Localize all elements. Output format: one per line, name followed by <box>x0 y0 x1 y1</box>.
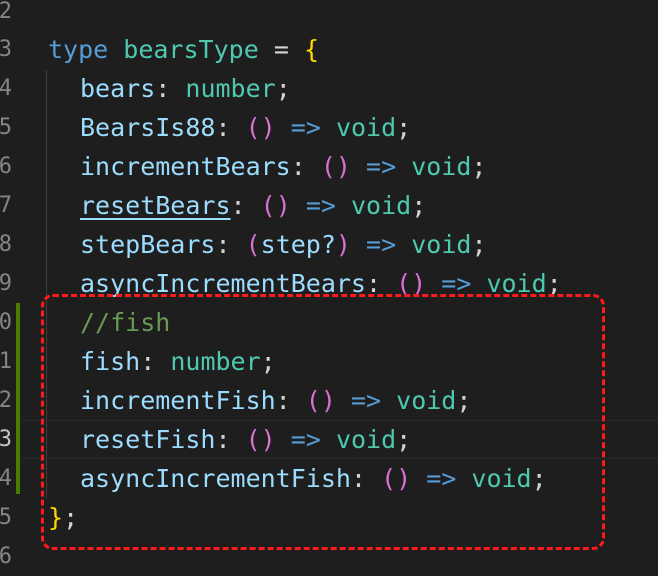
code-line-13[interactable]: }; <box>48 498 78 537</box>
property: BearsIs88 <box>80 113 216 142</box>
colon: : <box>290 152 306 181</box>
code-line-9[interactable]: fish: number; <box>80 342 276 381</box>
colon: : <box>215 113 231 142</box>
code-line-1[interactable]: type bearsType = { <box>48 30 319 69</box>
return-type: void <box>350 191 412 220</box>
code-line-5[interactable]: resetBears: () => void; <box>80 186 426 225</box>
semicolon: ; <box>456 386 472 415</box>
colon: : <box>155 74 171 103</box>
property: fish <box>80 347 141 376</box>
line-number-active: 3 <box>0 427 12 452</box>
params: () <box>305 386 336 415</box>
property: resetFish <box>80 425 216 454</box>
semicolon: ; <box>546 269 562 298</box>
return-type: void <box>335 425 397 454</box>
colon: : <box>350 464 366 493</box>
colon: : <box>365 269 382 298</box>
code-editor[interactable]: 2 3 4 5 6 7 8 9 0 1 2 3 4 5 6 type bears… <box>0 0 658 576</box>
code-line-6[interactable]: stepBears: (step?) => void; <box>80 225 487 264</box>
semicolon: ; <box>471 230 487 259</box>
code-line-8[interactable]: //fish <box>80 303 170 342</box>
return-type: void <box>486 269 547 298</box>
colon: : <box>140 347 156 376</box>
property: incrementFish <box>80 386 276 415</box>
line-number: 7 <box>0 193 12 218</box>
semicolon: ; <box>63 503 79 532</box>
params: () <box>396 269 427 298</box>
arrow: => <box>305 191 336 220</box>
property: bears <box>80 74 156 103</box>
brace: { <box>303 35 319 64</box>
return-type: void <box>335 113 397 142</box>
line-number: 5 <box>0 505 12 530</box>
params: () <box>245 425 276 454</box>
arrow: => <box>366 152 397 181</box>
property: asyncIncrementBears <box>80 269 366 298</box>
line-number: 4 <box>0 466 12 491</box>
paren-close: ) <box>335 230 351 259</box>
return-type: void <box>411 230 472 259</box>
property-link[interactable]: resetBears <box>80 191 231 220</box>
params: () <box>260 191 291 220</box>
semicolon: ; <box>411 191 427 220</box>
return-type: void <box>396 386 457 415</box>
line-number: 5 <box>0 115 12 140</box>
line-number: 2 <box>0 0 12 24</box>
code-line-4[interactable]: incrementBears: () => void; <box>80 147 486 186</box>
params: () <box>245 113 276 142</box>
comment: //fish <box>80 308 171 337</box>
semicolon: ; <box>275 74 291 103</box>
code-line-10[interactable]: incrementFish: () => void; <box>80 381 471 420</box>
arrow: => <box>290 425 321 454</box>
colon: : <box>230 191 246 220</box>
arrow: => <box>350 386 382 415</box>
line-number: 9 <box>0 271 12 296</box>
colon: : <box>275 386 291 415</box>
semicolon: ; <box>396 113 412 142</box>
parameter: step? <box>260 230 336 259</box>
code-line-3[interactable]: BearsIs88: () => void; <box>80 108 411 147</box>
arrow: => <box>441 269 472 298</box>
colon: : <box>215 230 231 259</box>
brace: } <box>48 503 64 532</box>
property: incrementBears <box>80 152 291 181</box>
semicolon: ; <box>396 425 412 454</box>
type-name: number <box>185 74 276 103</box>
property: stepBears <box>80 230 216 259</box>
line-number: 0 <box>0 310 12 335</box>
line-number: 4 <box>0 76 12 101</box>
line-number: 1 <box>0 349 12 374</box>
keyword: type <box>48 35 109 64</box>
params: () <box>320 152 351 181</box>
line-number: 3 <box>0 37 12 62</box>
semicolon: ; <box>260 347 276 376</box>
type-name: bearsType <box>123 35 259 64</box>
line-number-gutter: 2 3 4 5 6 7 8 9 0 1 2 3 4 5 6 <box>0 0 16 576</box>
type-name: number <box>170 347 261 376</box>
operator: = <box>273 35 289 64</box>
line-number: 6 <box>0 544 12 569</box>
colon: : <box>215 425 231 454</box>
arrow: => <box>426 464 457 493</box>
git-added-indicator[interactable] <box>16 303 20 494</box>
return-type: void <box>411 152 472 181</box>
code-line-12[interactable]: asyncIncrementFish: () => void; <box>80 459 547 498</box>
arrow: => <box>366 230 397 259</box>
return-type: void <box>471 464 532 493</box>
code-line-2[interactable]: bears: number; <box>80 69 291 108</box>
line-number: 8 <box>0 232 12 257</box>
paren-open: ( <box>245 230 261 259</box>
semicolon: ; <box>531 464 547 493</box>
property: asyncIncrementFish <box>80 464 351 493</box>
line-number: 6 <box>0 154 12 179</box>
arrow: => <box>290 113 321 142</box>
code-line-7[interactable]: asyncIncrementBears: () => void; <box>80 264 562 303</box>
code-line-11[interactable]: resetFish: () => void; <box>80 420 411 459</box>
line-number: 2 <box>0 388 12 413</box>
params: () <box>381 464 412 493</box>
semicolon: ; <box>471 152 487 181</box>
